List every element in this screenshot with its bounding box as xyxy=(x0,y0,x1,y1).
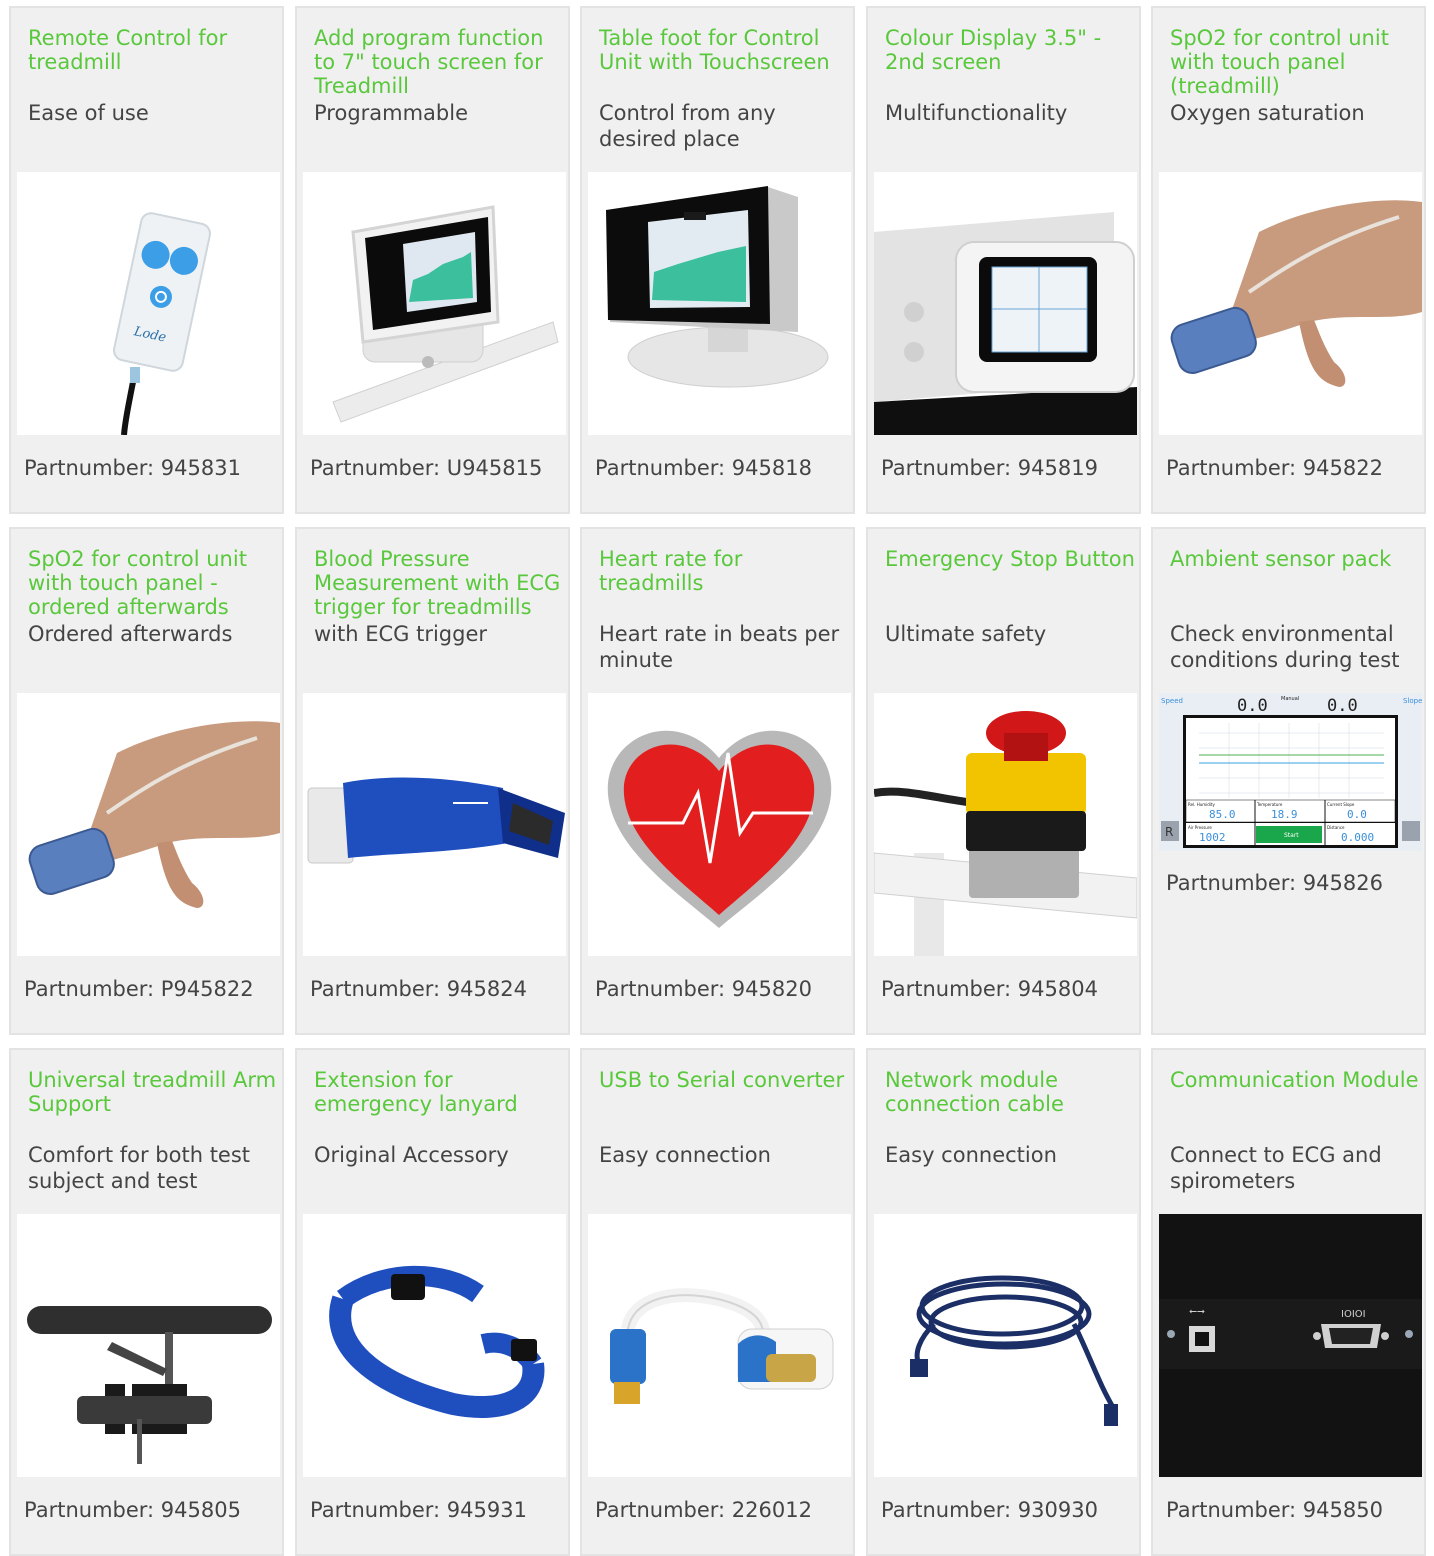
product-subtitle: Heart rate in beats per minute xyxy=(599,622,840,672)
finger-sensor-icon[interactable] xyxy=(17,693,280,956)
touch-screen-icon[interactable] xyxy=(303,172,566,435)
product-title[interactable]: Emergency Stop Button xyxy=(885,547,1135,571)
slope-value: 0.0 xyxy=(1327,696,1358,716)
serial-symbol: IOIOI xyxy=(1341,1309,1366,1320)
product-card[interactable]: Universal treadmill Arm Support Comfort … xyxy=(9,1048,284,1556)
current-slope-value: 0.0 xyxy=(1347,808,1367,821)
product-subtitle: Original Accessory xyxy=(314,1143,509,1167)
product-card[interactable]: Ambient sensor pack Check environmental … xyxy=(1151,527,1426,1035)
finger-sensor-icon[interactable] xyxy=(1159,172,1422,435)
product-title[interactable]: Extension for emergency lanyard xyxy=(314,1068,564,1116)
part-number: Partnumber: 945818 xyxy=(595,456,812,480)
part-number: Partnumber: 945831 xyxy=(24,456,241,480)
product-title[interactable]: Ambient sensor pack xyxy=(1170,547,1420,571)
distance-label: Distance xyxy=(1327,825,1345,830)
product-subtitle: Programmable xyxy=(314,101,469,125)
part-number: Partnumber: 930930 xyxy=(881,1498,1098,1522)
product-subtitle: Connect to ECG and spirometers xyxy=(1170,1143,1382,1193)
slope-label: Slope xyxy=(1403,697,1422,705)
current-slope-label: Current Slope xyxy=(1327,802,1355,807)
mode-label: Manual xyxy=(1281,696,1299,702)
product-title[interactable]: Universal treadmill Arm Support xyxy=(28,1068,278,1116)
part-number: Partnumber: 945931 xyxy=(310,1498,527,1522)
product-title[interactable]: USB to Serial converter xyxy=(599,1068,849,1092)
arm-support-icon[interactable] xyxy=(17,1214,280,1477)
air-pressure-value: 1002 xyxy=(1199,831,1226,844)
product-card[interactable]: Blood Pressure Measurement with ECG trig… xyxy=(295,527,570,1035)
product-subtitle: Ease of use xyxy=(28,101,149,125)
product-title[interactable]: Remote Control for treadmill xyxy=(28,26,278,74)
product-card[interactable]: Remote Control for treadmill Ease of use… xyxy=(9,6,284,514)
product-card[interactable]: USB to Serial converter Easy connection … xyxy=(580,1048,855,1556)
product-card[interactable]: Heart rate for treadmills Heart rate in … xyxy=(580,527,855,1035)
temperature-value: 18.9 xyxy=(1271,808,1298,821)
temperature-label: Temperature xyxy=(1256,802,1283,807)
part-number: Partnumber: 945820 xyxy=(595,977,812,1001)
part-number: Partnumber: 226012 xyxy=(595,1498,812,1522)
speed-label: Speed xyxy=(1161,697,1183,705)
speed-value: 0.0 xyxy=(1237,696,1268,716)
part-number: Partnumber: 945819 xyxy=(881,456,1098,480)
product-title[interactable]: Colour Display 3.5" - 2nd screen xyxy=(885,26,1135,74)
usb-symbol: ⭠⭢ xyxy=(1189,1306,1205,1317)
product-subtitle: Ordered afterwards xyxy=(28,622,233,646)
product-subtitle: Oxygen saturation xyxy=(1170,101,1365,125)
emergency-stop-icon[interactable] xyxy=(874,693,1137,956)
product-subtitle: Multifunctionality xyxy=(885,101,1068,125)
part-number: Partnumber: 945805 xyxy=(24,1498,241,1522)
heart-rate-icon[interactable] xyxy=(588,693,851,956)
product-card[interactable]: Emergency Stop Button Ultimate safety Pa… xyxy=(866,527,1141,1035)
product-card[interactable]: Communication Module Connect to ECG and … xyxy=(1151,1048,1426,1556)
lanyard-icon[interactable] xyxy=(303,1214,566,1477)
remote-control-icon[interactable]: Lode xyxy=(17,172,280,435)
product-card[interactable]: Colour Display 3.5" - 2nd screen Multifu… xyxy=(866,6,1141,514)
product-subtitle: Easy connection xyxy=(599,1143,771,1167)
product-title[interactable]: Table foot for Control Unit with Touchsc… xyxy=(599,26,849,74)
product-title[interactable]: Heart rate for treadmills xyxy=(599,547,849,595)
product-card[interactable]: Extension for emergency lanyard Original… xyxy=(295,1048,570,1556)
humidity-label: Rel. Humidity xyxy=(1188,802,1215,807)
table-foot-screen-icon[interactable] xyxy=(588,172,851,435)
product-subtitle: Comfort for both test subject and test xyxy=(28,1143,251,1193)
product-subtitle: Ultimate safety xyxy=(885,622,1047,646)
part-number: Partnumber: U945815 xyxy=(310,456,543,480)
colour-display-icon[interactable] xyxy=(874,172,1137,435)
air-pressure-label: Air Pressure xyxy=(1188,825,1212,830)
product-title[interactable]: SpO2 for control unit with touch panel (… xyxy=(1170,26,1420,98)
network-cable-icon[interactable] xyxy=(874,1214,1137,1477)
product-title[interactable]: Add program function to 7" touch screen … xyxy=(314,26,564,98)
ambient-sensor-screen-icon[interactable]: Speed 0.0 Manual 0.0 Slope Start Air Pre… xyxy=(1159,693,1422,851)
product-title[interactable]: Blood Pressure Measurement with ECG trig… xyxy=(314,547,564,619)
usb-serial-cable-icon[interactable] xyxy=(588,1214,851,1477)
part-number: Partnumber: 945804 xyxy=(881,977,1098,1001)
blood-pressure-cuff-icon[interactable] xyxy=(303,693,566,956)
product-subtitle: with ECG trigger xyxy=(314,622,488,646)
start-button[interactable]: Start xyxy=(1284,832,1299,839)
distance-value: 0.000 xyxy=(1341,831,1374,844)
product-subtitle: Easy connection xyxy=(885,1143,1057,1167)
part-number: Partnumber: 945850 xyxy=(1166,1498,1383,1522)
product-subtitle: Control from any desired place xyxy=(599,101,776,151)
part-number: Partnumber: 945824 xyxy=(310,977,527,1001)
product-card[interactable]: SpO2 for control unit with touch panel (… xyxy=(1151,6,1426,514)
communication-module-icon[interactable]: ⭠⭢ IOIOI xyxy=(1159,1214,1422,1477)
product-card[interactable]: Table foot for Control Unit with Touchsc… xyxy=(580,6,855,514)
humidity-value: 85.0 xyxy=(1209,808,1236,821)
product-card[interactable]: SpO2 for control unit with touch panel -… xyxy=(9,527,284,1035)
product-card[interactable]: Network module connection cable Easy con… xyxy=(866,1048,1141,1556)
part-number: Partnumber: P945822 xyxy=(24,977,254,1001)
product-subtitle: Check environmental conditions during te… xyxy=(1170,622,1400,672)
part-number: Partnumber: 945822 xyxy=(1166,456,1383,480)
product-title[interactable]: Communication Module xyxy=(1170,1068,1420,1092)
product-title[interactable]: Network module connection cable xyxy=(885,1068,1135,1116)
product-title[interactable]: SpO2 for control unit with touch panel -… xyxy=(28,547,278,619)
part-number: Partnumber: 945826 xyxy=(1166,871,1383,895)
product-card[interactable]: Add program function to 7" touch screen … xyxy=(295,6,570,514)
reset-button[interactable]: R xyxy=(1165,825,1173,839)
